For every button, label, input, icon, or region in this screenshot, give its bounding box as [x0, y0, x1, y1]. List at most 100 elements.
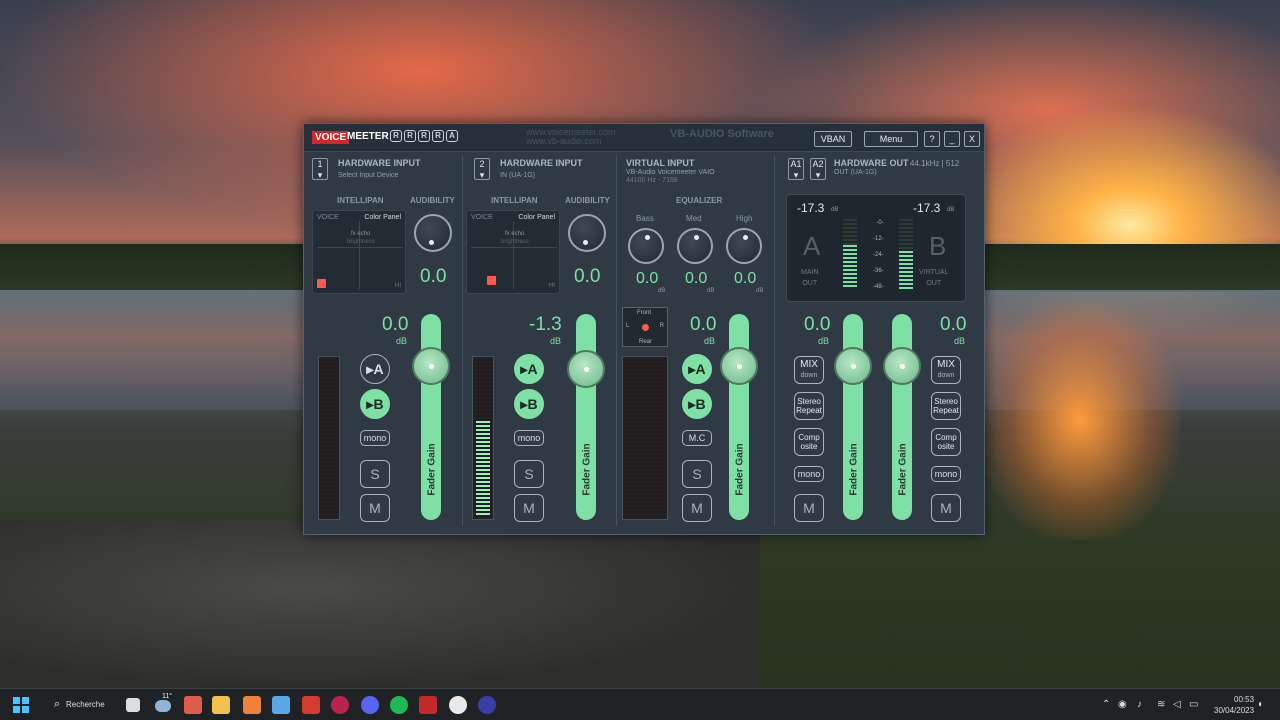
bus-a-composite-button[interactable]: Comp osite — [794, 428, 824, 456]
strip2-audibility-knob[interactable] — [568, 214, 606, 252]
strip1-audibility-knob[interactable] — [414, 214, 452, 252]
bus-a-mixdown-button[interactable]: MIX down — [794, 356, 824, 384]
firefox-icon[interactable] — [478, 696, 496, 714]
strip2-pan-cursor[interactable] — [487, 276, 496, 285]
virtual-bus-a-button[interactable]: ▸A — [682, 354, 712, 384]
weather-icon[interactable] — [155, 700, 171, 712]
bus-a-fader-handle[interactable] — [834, 347, 872, 385]
bus-a-fader-label: Fader Gain — [848, 443, 860, 496]
strip2-panel-voice[interactable]: VOICE — [471, 214, 493, 221]
chrome-icon[interactable] — [449, 696, 467, 714]
tray-mic-icon[interactable]: ♪ — [1137, 699, 1142, 710]
app-launcher-icon[interactable] — [243, 696, 261, 714]
discord-icon[interactable] — [361, 696, 379, 714]
taskbar-clock[interactable]: 00:53 30/04/2023 — [1214, 694, 1254, 716]
bus-a-stereo-repeat-button[interactable]: Stereo Repeat — [794, 392, 824, 420]
taskbar-search[interactable]: Recherche — [66, 700, 105, 709]
strip2-mute-button[interactable]: M — [514, 494, 544, 522]
virtual-3d-panner[interactable]: Front L R Rear — [622, 307, 668, 347]
strip2-panel-hi: HI — [549, 283, 555, 289]
eq-high-knob[interactable] — [726, 228, 762, 264]
tray-chevron-up-icon[interactable]: ⌃ — [1102, 699, 1110, 710]
virtual-bus-b-button[interactable]: ▸B — [682, 389, 712, 419]
task-view-icon[interactable] — [126, 698, 140, 712]
virtual-fader-track[interactable]: Fader Gain — [729, 314, 749, 520]
bus-a-meter — [843, 245, 857, 289]
equalizer-label: EQUALIZER — [676, 196, 723, 205]
strip2-fader-track[interactable]: Fader Gain — [576, 314, 596, 520]
logo-voice: VOICE — [312, 131, 350, 144]
virtual-fader-handle[interactable] — [720, 347, 758, 385]
strip1-bus-b-button[interactable]: ▸B — [360, 389, 390, 419]
strip1-fader-track[interactable]: Fader Gain — [421, 314, 441, 520]
eq-bass-knob[interactable] — [628, 228, 664, 264]
record-app-icon[interactable] — [331, 696, 349, 714]
bus-b-mono-button[interactable]: mono — [931, 466, 961, 482]
hwout-a2-select[interactable]: A2 ▾ — [810, 158, 826, 180]
title-bar[interactable]: VOICE MEETER R R R R A www.voicemeeter.c… — [304, 124, 984, 152]
bus-a-mono-button[interactable]: mono — [794, 466, 824, 482]
tray-steam-icon[interactable]: ◉ — [1118, 699, 1127, 710]
search-icon[interactable]: ⌕ — [54, 698, 60, 711]
strip2-bus-a-button[interactable]: ▸A — [514, 354, 544, 384]
taskbar: ⌕ Recherche 11° ⌃ ◉ ♪ ≋ ◁ ▭ 00:53 30/04/… — [0, 688, 1280, 720]
tray-volume-icon[interactable]: ◁ — [1173, 699, 1181, 710]
minimize-button[interactable]: _ — [944, 131, 960, 147]
strip1-fader-handle[interactable] — [412, 347, 450, 385]
strip1-intellipan-panel[interactable]: VOICE Color Panel fx echo brightness HI — [312, 210, 406, 294]
bus-a-mute-button[interactable]: M — [794, 494, 824, 522]
eq-med-knob[interactable] — [677, 228, 713, 264]
bus-a-fader-track[interactable]: Fader Gain — [843, 314, 863, 520]
voicemeeter-taskbar-icon[interactable] — [419, 696, 437, 714]
strip1-solo-button[interactable]: S — [360, 460, 390, 488]
virtual-mc-button[interactable]: M.C — [682, 430, 712, 446]
strip2-device[interactable]: IN (UA-1G) — [500, 172, 535, 179]
pan-front-label: Front — [637, 310, 652, 316]
bus-b-mixdown-button[interactable]: MIX down — [931, 356, 961, 384]
bus-b-fader-handle[interactable] — [883, 347, 921, 385]
spotify-icon[interactable] — [390, 696, 408, 714]
help-button[interactable]: ? — [924, 131, 940, 147]
watermark-urls: www.voicemeeter.com www.vb-audio.com — [526, 128, 616, 146]
strip2-mono-button[interactable]: mono — [514, 430, 544, 446]
media-app-icon[interactable] — [302, 696, 320, 714]
bus-b-fader-track[interactable]: Fader Gain — [892, 314, 912, 520]
strip1-mono-button[interactable]: mono — [360, 430, 390, 446]
strip1-device-select[interactable]: 1 ▾ — [312, 158, 328, 180]
tray-battery-icon[interactable]: ▭ — [1189, 699, 1198, 710]
strip2-solo-button[interactable]: S — [514, 460, 544, 488]
bus-b-mute-button[interactable]: M — [931, 494, 961, 522]
strip1-device[interactable]: Select Input Device — [338, 172, 398, 179]
strip1-pan-cursor[interactable] — [317, 279, 326, 288]
strip2-bus-b-button[interactable]: ▸B — [514, 389, 544, 419]
bus-b-composite-button[interactable]: Comp osite — [931, 428, 961, 456]
strip1-bus-a-button[interactable]: ▸A — [360, 354, 390, 384]
eq-high-label: High — [736, 214, 753, 223]
strip1-panel-color[interactable]: Color Panel — [364, 214, 401, 221]
pan-left-label: L — [626, 323, 630, 329]
tray-wifi-icon[interactable]: ≋ — [1157, 699, 1165, 710]
eq-med-value: 0.0 — [685, 270, 708, 287]
screen-app-icon[interactable] — [272, 696, 290, 714]
windows-start-icon[interactable] — [13, 697, 29, 713]
strip2-device-select[interactable]: 2 ▾ — [474, 158, 490, 180]
strip1-mute-button[interactable]: M — [360, 494, 390, 522]
pan-cursor[interactable] — [642, 324, 649, 331]
file-explorer-icon[interactable] — [212, 696, 230, 714]
strip2-intellipan-panel[interactable]: VOICE Color Panel fx echo brightness HI — [466, 210, 560, 294]
virtual-mute-button[interactable]: M — [682, 494, 712, 522]
strip1-audibility-value: 0.0 — [420, 266, 447, 287]
strip2-fader-handle[interactable] — [567, 350, 605, 388]
hwout-a1-select[interactable]: A1 ▾ — [788, 158, 804, 180]
office-app-icon[interactable] — [184, 696, 202, 714]
menu-button[interactable]: Menu — [864, 131, 918, 147]
vban-button[interactable]: VBAN — [814, 131, 852, 147]
notification-icon[interactable]: ◐ — [1258, 699, 1264, 710]
strip1-panel-voice[interactable]: VOICE — [317, 214, 339, 221]
virtual-gain-unit: dB — [704, 336, 716, 346]
strip2-panel-color[interactable]: Color Panel — [518, 214, 555, 221]
virtual-solo-button[interactable]: S — [682, 460, 712, 488]
close-button[interactable]: X — [964, 131, 980, 147]
strip2-intellipan-label: INTELLIPAN — [491, 196, 538, 205]
bus-b-stereo-repeat-button[interactable]: Stereo Repeat — [931, 392, 961, 420]
